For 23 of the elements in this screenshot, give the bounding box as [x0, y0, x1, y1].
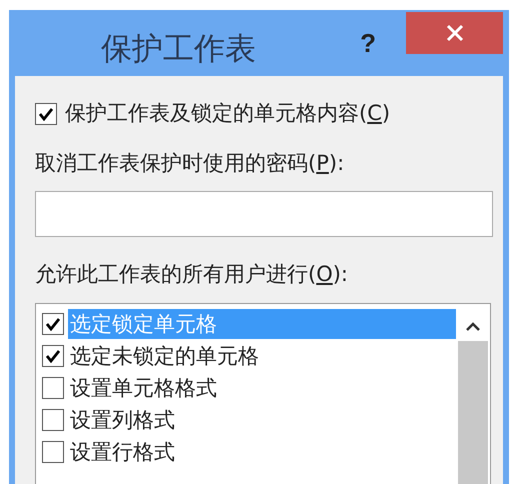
- checkmark-icon: [45, 348, 61, 362]
- close-icon: [446, 24, 464, 42]
- checkbox[interactable]: [42, 440, 64, 462]
- help-button[interactable]: ?: [360, 24, 376, 63]
- scroll-up-icon: [466, 322, 480, 330]
- close-button[interactable]: [406, 12, 503, 54]
- protect-label: 保护工作表及锁定的单元格内容(C): [65, 100, 390, 127]
- option-item[interactable]: 选定未锁定的单元格: [68, 340, 456, 370]
- password-field[interactable]: [35, 191, 493, 237]
- option-item[interactable]: 设置单元格格式: [68, 372, 456, 402]
- password-label: 取消工作表保护时使用的密码(P):: [35, 150, 344, 174]
- scroll-thumb[interactable]: [458, 340, 488, 484]
- checkbox[interactable]: [35, 102, 57, 125]
- option-item[interactable]: 设置列格式: [68, 404, 456, 434]
- checkbox[interactable]: [42, 344, 64, 366]
- checkmark-icon: [38, 106, 54, 121]
- allow-label: 允许此工作表的所有用户进行(O):: [35, 262, 348, 286]
- checkbox[interactable]: [42, 408, 64, 430]
- window-title: 保护工作表: [101, 30, 256, 69]
- checkbox[interactable]: [42, 376, 64, 398]
- checkbox[interactable]: [42, 312, 64, 334]
- option-item[interactable]: 设置行格式: [68, 436, 456, 466]
- checkmark-icon: [45, 316, 61, 330]
